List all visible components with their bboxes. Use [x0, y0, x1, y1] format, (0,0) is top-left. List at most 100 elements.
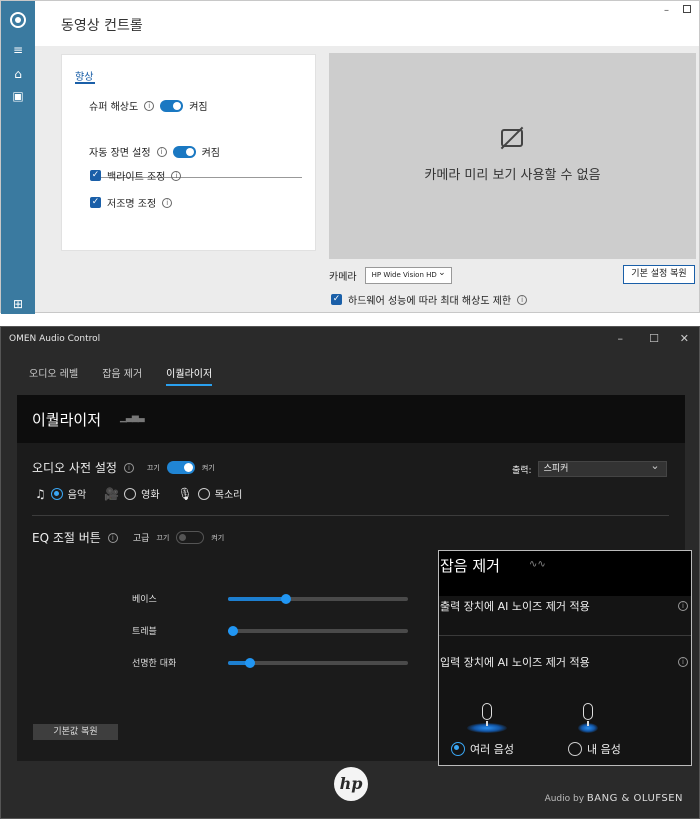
maximize-icon[interactable]: ☐	[649, 332, 659, 345]
low-light-label: 저조명 조정	[107, 199, 157, 210]
tab-audio-level[interactable]: 오디오 레벨	[29, 365, 78, 386]
tab-underline	[75, 82, 95, 84]
reset-settings-button[interactable]: 기본 설정 복원	[623, 265, 695, 284]
info-icon[interactable]: i	[678, 601, 688, 611]
slider-track[interactable]	[228, 593, 408, 604]
music-radio[interactable]	[50, 487, 63, 500]
movie-radio[interactable]	[124, 487, 137, 500]
output-ai-label: 출력 장치에 AI 노이즈 제거 적용	[440, 600, 590, 613]
low-light-row: ✓ 저조명 조정 i	[90, 195, 173, 210]
tab-equalizer[interactable]: 이퀄라이저	[166, 365, 213, 386]
slider-bass: 베이스	[132, 592, 408, 605]
my-voice-radio[interactable]	[567, 742, 582, 756]
tab-enhance[interactable]: 향상	[75, 68, 93, 83]
mic-body	[583, 703, 593, 720]
slider-clear-dialog: 선명한 대화	[132, 656, 408, 669]
voice-radio[interactable]	[197, 487, 210, 500]
auto-framing-row: 자동 장면 설정 i 켜짐	[89, 144, 220, 159]
super-resolution-row: 슈퍼 해상도 i 켜짐	[89, 98, 208, 113]
mic-body	[482, 703, 492, 720]
camera-select-row: 카메라 HP Wide Vision HD	[329, 266, 452, 284]
info-icon[interactable]: i	[517, 294, 528, 305]
home-icon[interactable]: ⌂	[1, 67, 35, 81]
movie-label: 영화	[141, 490, 160, 501]
slider-thumb[interactable]	[281, 593, 291, 604]
mode-movie[interactable]: 🎥 영화	[104, 486, 160, 502]
maximize-icon[interactable]	[683, 5, 691, 13]
tab-noise-removal[interactable]: 잡음 제거	[102, 365, 142, 386]
multi-voice-option[interactable]: 여러 음성	[451, 741, 514, 757]
equalizer-heading: 이퀄라이저	[32, 411, 102, 429]
menu-icon[interactable]: ≡	[1, 43, 35, 57]
slider-track[interactable]	[228, 625, 408, 636]
super-resolution-toggle[interactable]	[160, 99, 184, 112]
slider-label: 베이스	[132, 595, 157, 605]
divider	[439, 635, 691, 636]
toggle-off-label: 끄기	[156, 533, 170, 542]
app-logo-icon	[10, 12, 26, 28]
audio-preset-toggle[interactable]	[166, 461, 195, 474]
page-title: 동영상 컨트롤	[61, 18, 143, 34]
title-bar: 동영상 컨트롤 –	[35, 1, 699, 46]
info-icon[interactable]: i	[144, 100, 155, 111]
audio-by-text: Audio by	[544, 794, 585, 804]
output-row: 출력: 스피커	[512, 459, 667, 477]
multi-voice-radio[interactable]	[451, 742, 465, 756]
mic-stand	[486, 721, 488, 726]
my-voice-label: 내 음성	[586, 743, 621, 756]
slider-fill	[228, 596, 286, 601]
slider-thumb[interactable]	[245, 657, 255, 668]
toggle-off-label: 끄기	[146, 463, 160, 472]
low-light-checkbox[interactable]: ✓	[90, 197, 101, 208]
input-ai-row[interactable]: 입력 장치에 AI 노이즈 제거 적용 i	[440, 654, 688, 670]
brand-text: BANG & OLUFSEN	[586, 793, 683, 804]
info-icon[interactable]: i	[678, 657, 688, 667]
hw-limit-label: 하드웨어 성능에 따라 최대 해상도 제한	[348, 296, 512, 307]
super-resolution-label: 슈퍼 해상도	[89, 102, 139, 113]
music-note-icon: ♫	[35, 486, 46, 501]
mode-voice[interactable]: 🎙 목소리	[178, 486, 243, 502]
divider	[32, 515, 669, 516]
info-icon[interactable]: i	[123, 462, 134, 473]
mode-music[interactable]: ♫ 음악	[35, 486, 86, 502]
voice-mode-group: 여러 음성 내 음성	[451, 741, 639, 757]
advanced-toggle[interactable]	[176, 531, 205, 544]
toggle-on-label: 켜기	[201, 463, 215, 472]
info-icon[interactable]: i	[171, 170, 182, 181]
auto-framing-toggle[interactable]	[172, 145, 196, 158]
output-dropdown[interactable]: 스피커	[537, 459, 667, 477]
output-ai-row[interactable]: 출력 장치에 AI 노이즈 제거 적용 i	[440, 598, 688, 614]
eq-control-label: EQ 조절 버튼	[32, 531, 101, 545]
window-title: OMEN Audio Control	[9, 334, 101, 344]
movie-camera-icon: 🎥	[104, 486, 120, 501]
slider-thumb[interactable]	[228, 625, 238, 636]
slider-track[interactable]	[228, 657, 408, 668]
omen-audio-window: OMEN Audio Control – ☐ ✕ 오디오 레벨 잡음 제거 이퀄…	[0, 326, 700, 819]
my-voice-option[interactable]: 내 음성	[567, 741, 621, 757]
backlight-checkbox[interactable]: ✓	[90, 170, 101, 181]
minimize-icon[interactable]: –	[618, 332, 624, 345]
camera-settings-icon[interactable]: ▣	[1, 89, 35, 103]
equalizer-bars-icon: ▁▃▅▃	[120, 413, 145, 423]
tab-bar: 오디오 레벨 잡음 제거 이퀄라이저	[29, 365, 213, 386]
info-icon[interactable]: i	[107, 532, 118, 543]
hw-limit-checkbox[interactable]: ✓	[331, 294, 342, 305]
info-icon[interactable]: i	[156, 146, 167, 157]
backlight-row: ✓ 백라이트 조정 i	[90, 168, 182, 183]
advanced-label: 고급	[132, 534, 150, 544]
auto-framing-label: 자동 장면 설정	[89, 148, 151, 159]
apps-icon[interactable]: ⊞	[1, 297, 35, 311]
camera-dropdown[interactable]: HP Wide Vision HD	[364, 266, 452, 284]
enhance-card: 향상 슈퍼 해상도 i 켜짐 자동 장면 설정 i 켜짐 ✓ 백라이트 조정 i…	[61, 54, 316, 251]
output-label: 출력:	[512, 465, 532, 476]
camera-preview: 카메라 미리 보기 사용할 수 없음	[329, 53, 696, 259]
minimize-icon[interactable]: –	[664, 5, 669, 16]
info-icon[interactable]: i	[162, 197, 173, 208]
audio-preset-label: 오디오 사전 설정	[32, 461, 117, 475]
close-icon[interactable]: ✕	[680, 332, 689, 345]
restore-defaults-button[interactable]: 기본값 복원	[33, 724, 118, 740]
voice-label: 목소리	[214, 490, 243, 501]
waveform-icon: ∿∿	[529, 559, 546, 570]
audio-preset-row: 오디오 사전 설정 i 끄기 켜기	[32, 459, 215, 476]
multi-voice-label: 여러 음성	[470, 743, 514, 756]
